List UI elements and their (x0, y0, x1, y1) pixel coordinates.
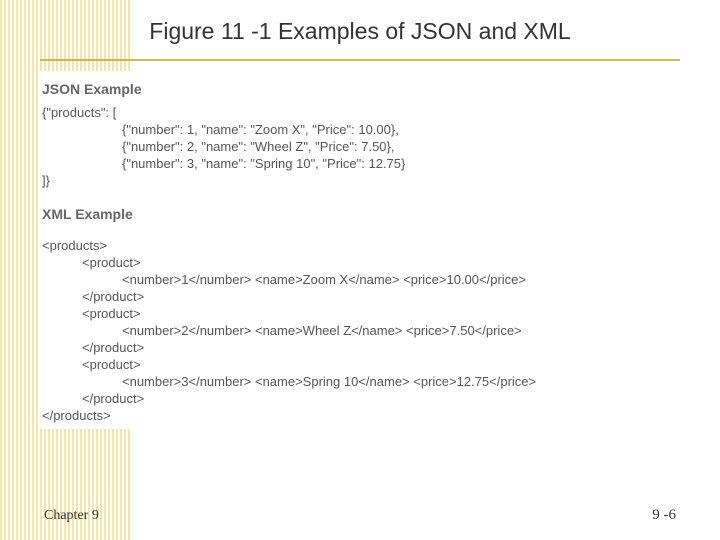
xml-line: <products> (42, 238, 678, 253)
slide-content: Figure 11 -1 Examples of JSON and XML JS… (0, 0, 720, 429)
xml-line: <number>2</number> <name>Wheel Z</name> … (42, 323, 678, 338)
figure-title: Figure 11 -1 Examples of JSON and XML (40, 18, 680, 61)
json-line: {"number": 2, "name": "Wheel Z", "Price"… (42, 139, 678, 154)
json-line: {"number": 1, "name": "Zoom X", "Price":… (42, 122, 678, 137)
xml-line: </product> (42, 391, 678, 406)
xml-line: </product> (42, 289, 678, 304)
json-line: {"number": 3, "name": "Spring 10", "Pric… (42, 156, 678, 171)
xml-line: <product> (42, 255, 678, 270)
xml-line: <product> (42, 306, 678, 321)
xml-line: </products> (42, 408, 678, 423)
footer-chapter: Chapter 9 (44, 508, 99, 524)
footer-page-number: 9 -6 (652, 507, 676, 524)
json-line: {"products": [ (42, 105, 678, 120)
json-example-heading: JSON Example (42, 81, 678, 97)
xml-line: </product> (42, 340, 678, 355)
examples-container: JSON Example {"products": [ {"number": 1… (40, 71, 680, 429)
xml-line: <product> (42, 357, 678, 372)
xml-line: <number>1</number> <name>Zoom X</name> <… (42, 272, 678, 287)
xml-example-heading: XML Example (42, 206, 678, 222)
xml-line: <number>3</number> <name>Spring 10</name… (42, 374, 678, 389)
json-line: ]} (42, 173, 678, 188)
